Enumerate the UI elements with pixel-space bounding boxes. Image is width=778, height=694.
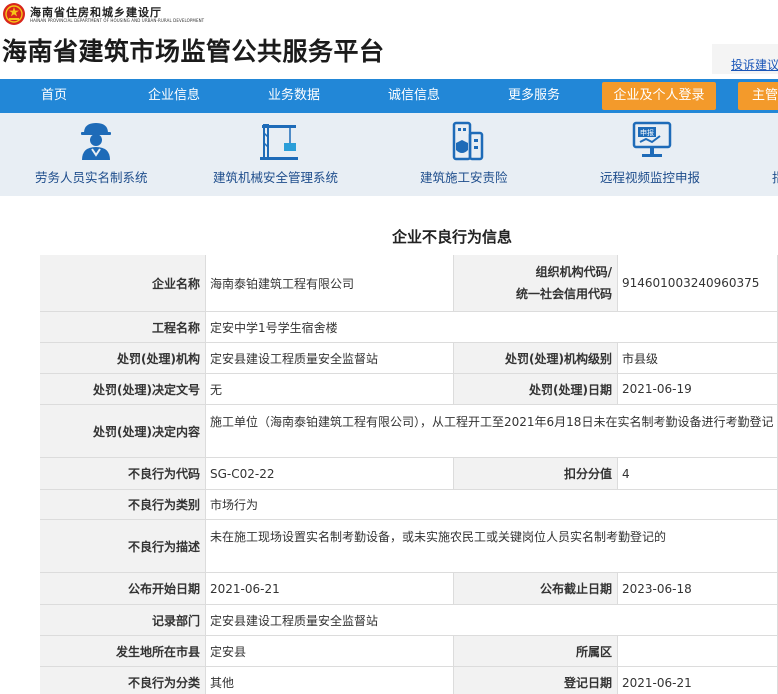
decision-date-label: 处罚(处理)日期 [454,374,618,405]
district-label: 所属区 [454,636,618,667]
behavior-type-value: 市场行为 [206,490,778,520]
decision-no-label: 处罚(处理)决定文号 [40,374,206,405]
table-row: 处罚(处理)机构 定安县建设工程质量安全监督站 处罚(处理)机构级别 市县级 [40,343,778,374]
decision-content-label: 处罚(处理)决定内容 [40,405,206,458]
nav-enterprise-info[interactable]: 企业信息 [148,79,200,113]
service-label: 劳务人员实名制系统 [35,170,148,185]
table-row: 处罚(处理)决定内容 施工单位（海南泰铂建筑工程有限公司），从工程开工至2021… [40,405,778,458]
service-worker-realname[interactable]: 劳务人员实名制系统 [0,113,190,196]
behavior-desc-value: 未在施工现场设置实名制考勤设备，或未实施农民工或关键岗位人员实名制考勤登记的 [206,520,778,573]
site-title: 海南省建筑市场监管公共服务平台 [2,37,385,66]
company-name-label: 企业名称 [40,255,206,312]
decision-no-value: 无 [206,374,454,405]
table-row: 不良行为类别 市场行为 [40,490,778,520]
org-code-label: 组织机构代码/ 统一社会信用代码 [454,255,618,312]
org-code-label-line2: 统一社会信用代码 [515,287,612,301]
behavior-code-value: SG-C02-22 [206,458,454,490]
district-value [618,636,778,667]
service-label: 远程视频监控申报 [600,170,701,185]
publish-start-label: 公布开始日期 [40,573,206,605]
decision-date-value: 2021-06-19 [618,374,778,405]
org-code-label-line1: 组织机构代码/ [535,265,612,279]
service-strip: 劳务人员实名制系统 建筑机械安全管理系统 建筑施工安责险 申报 远程视频监控申报 [0,113,778,196]
service-more[interactable]: 指 [760,113,778,196]
service-machinery-safety[interactable]: 建筑机械安全管理系统 [200,113,370,196]
nav-business-data[interactable]: 业务数据 [268,79,320,113]
monitor-declare-icon: 申报 [632,121,672,157]
bad-behavior-table: 企业名称 海南泰铂建筑工程有限公司 组织机构代码/ 统一社会信用代码 91460… [40,255,778,694]
service-label: 指 [772,167,778,186]
record-dept-value: 定安县建设工程质量安全监督站 [206,605,778,636]
table-row: 不良行为描述 未在施工现场设置实名制考勤设备，或未实施农民工或关键岗位人员实名制… [40,520,778,573]
table-row: 发生地所在市县 定安县 所属区 [40,636,778,667]
table-row: 处罚(处理)决定文号 无 处罚(处理)日期 2021-06-19 [40,374,778,405]
deduction-value: 4 [618,458,778,490]
insurance-building-icon [452,121,484,161]
login-button[interactable]: 企业及个人登录 [602,82,716,110]
crane-icon [260,124,298,160]
admin-button[interactable]: 主管 [738,82,778,110]
city-value: 定安县 [206,636,454,667]
table-row: 不良行为分类 其他 登记日期 2021-06-21 [40,667,778,694]
main-nav: 首页 企业信息 业务数据 诚信信息 更多服务 企业及个人登录 主管 [0,79,778,113]
section-title: 企业不良行为信息 [391,228,512,246]
site-header: 海南省住房和城乡建设厅 HAINAN PROVINCIAL DEPARTMENT… [0,0,778,78]
table-row: 不良行为代码 SG-C02-22 扣分分值 4 [40,458,778,490]
category-label: 不良行为分类 [40,667,206,694]
service-label: 建筑机械安全管理系统 [213,170,339,185]
agency-level-label: 处罚(处理)机构级别 [454,343,618,374]
city-label: 发生地所在市县 [40,636,206,667]
agency-level-value: 市县级 [618,343,778,374]
behavior-desc-label: 不良行为描述 [40,520,206,573]
behavior-type-label: 不良行为类别 [40,490,206,520]
publish-end-label: 公布截止日期 [454,573,618,605]
service-construction-insurance[interactable]: 建筑施工安责险 [400,113,540,196]
agency-value: 定安县建设工程质量安全监督站 [206,343,454,374]
table-row: 工程名称 定安中学1号学生宿舍楼 [40,312,778,343]
service-label: 建筑施工安责险 [420,170,508,185]
publish-end-value: 2023-06-18 [618,573,778,605]
org-code-value: 914601003240960375 [618,255,778,312]
register-date-value: 2021-06-21 [618,667,778,694]
nav-home[interactable]: 首页 [41,79,67,113]
dept-name-en: HAINAN PROVINCIAL DEPARTMENT OF HOUSING … [30,18,205,23]
table-row: 公布开始日期 2021-06-21 公布截止日期 2023-06-18 [40,573,778,605]
deduction-label: 扣分分值 [454,458,618,490]
project-label: 工程名称 [40,312,206,343]
national-emblem-icon [3,3,25,25]
category-value: 其他 [206,667,454,694]
decision-content-value: 施工单位（海南泰铂建筑工程有限公司），从工程开工至2021年6月18日未在实名制… [206,405,778,458]
complaint-link[interactable]: 投诉建议 [731,56,778,73]
agency-label: 处罚(处理)机构 [40,343,206,374]
register-date-label: 登记日期 [454,667,618,694]
company-name-value: 海南泰铂建筑工程有限公司 [206,255,454,312]
svg-text:申报: 申报 [640,128,654,137]
worker-icon [81,123,111,160]
record-dept-label: 记录部门 [40,605,206,636]
service-video-monitor-declare[interactable]: 申报 远程视频监控申报 [590,113,730,196]
table-row: 记录部门 定安县建设工程质量安全监督站 [40,605,778,636]
nav-credit-info[interactable]: 诚信信息 [388,79,440,113]
nav-more-services[interactable]: 更多服务 [508,79,560,113]
publish-start-value: 2021-06-21 [206,573,454,605]
behavior-code-label: 不良行为代码 [40,458,206,490]
table-row: 企业名称 海南泰铂建筑工程有限公司 组织机构代码/ 统一社会信用代码 91460… [40,255,778,312]
project-value: 定安中学1号学生宿舍楼 [206,312,778,343]
